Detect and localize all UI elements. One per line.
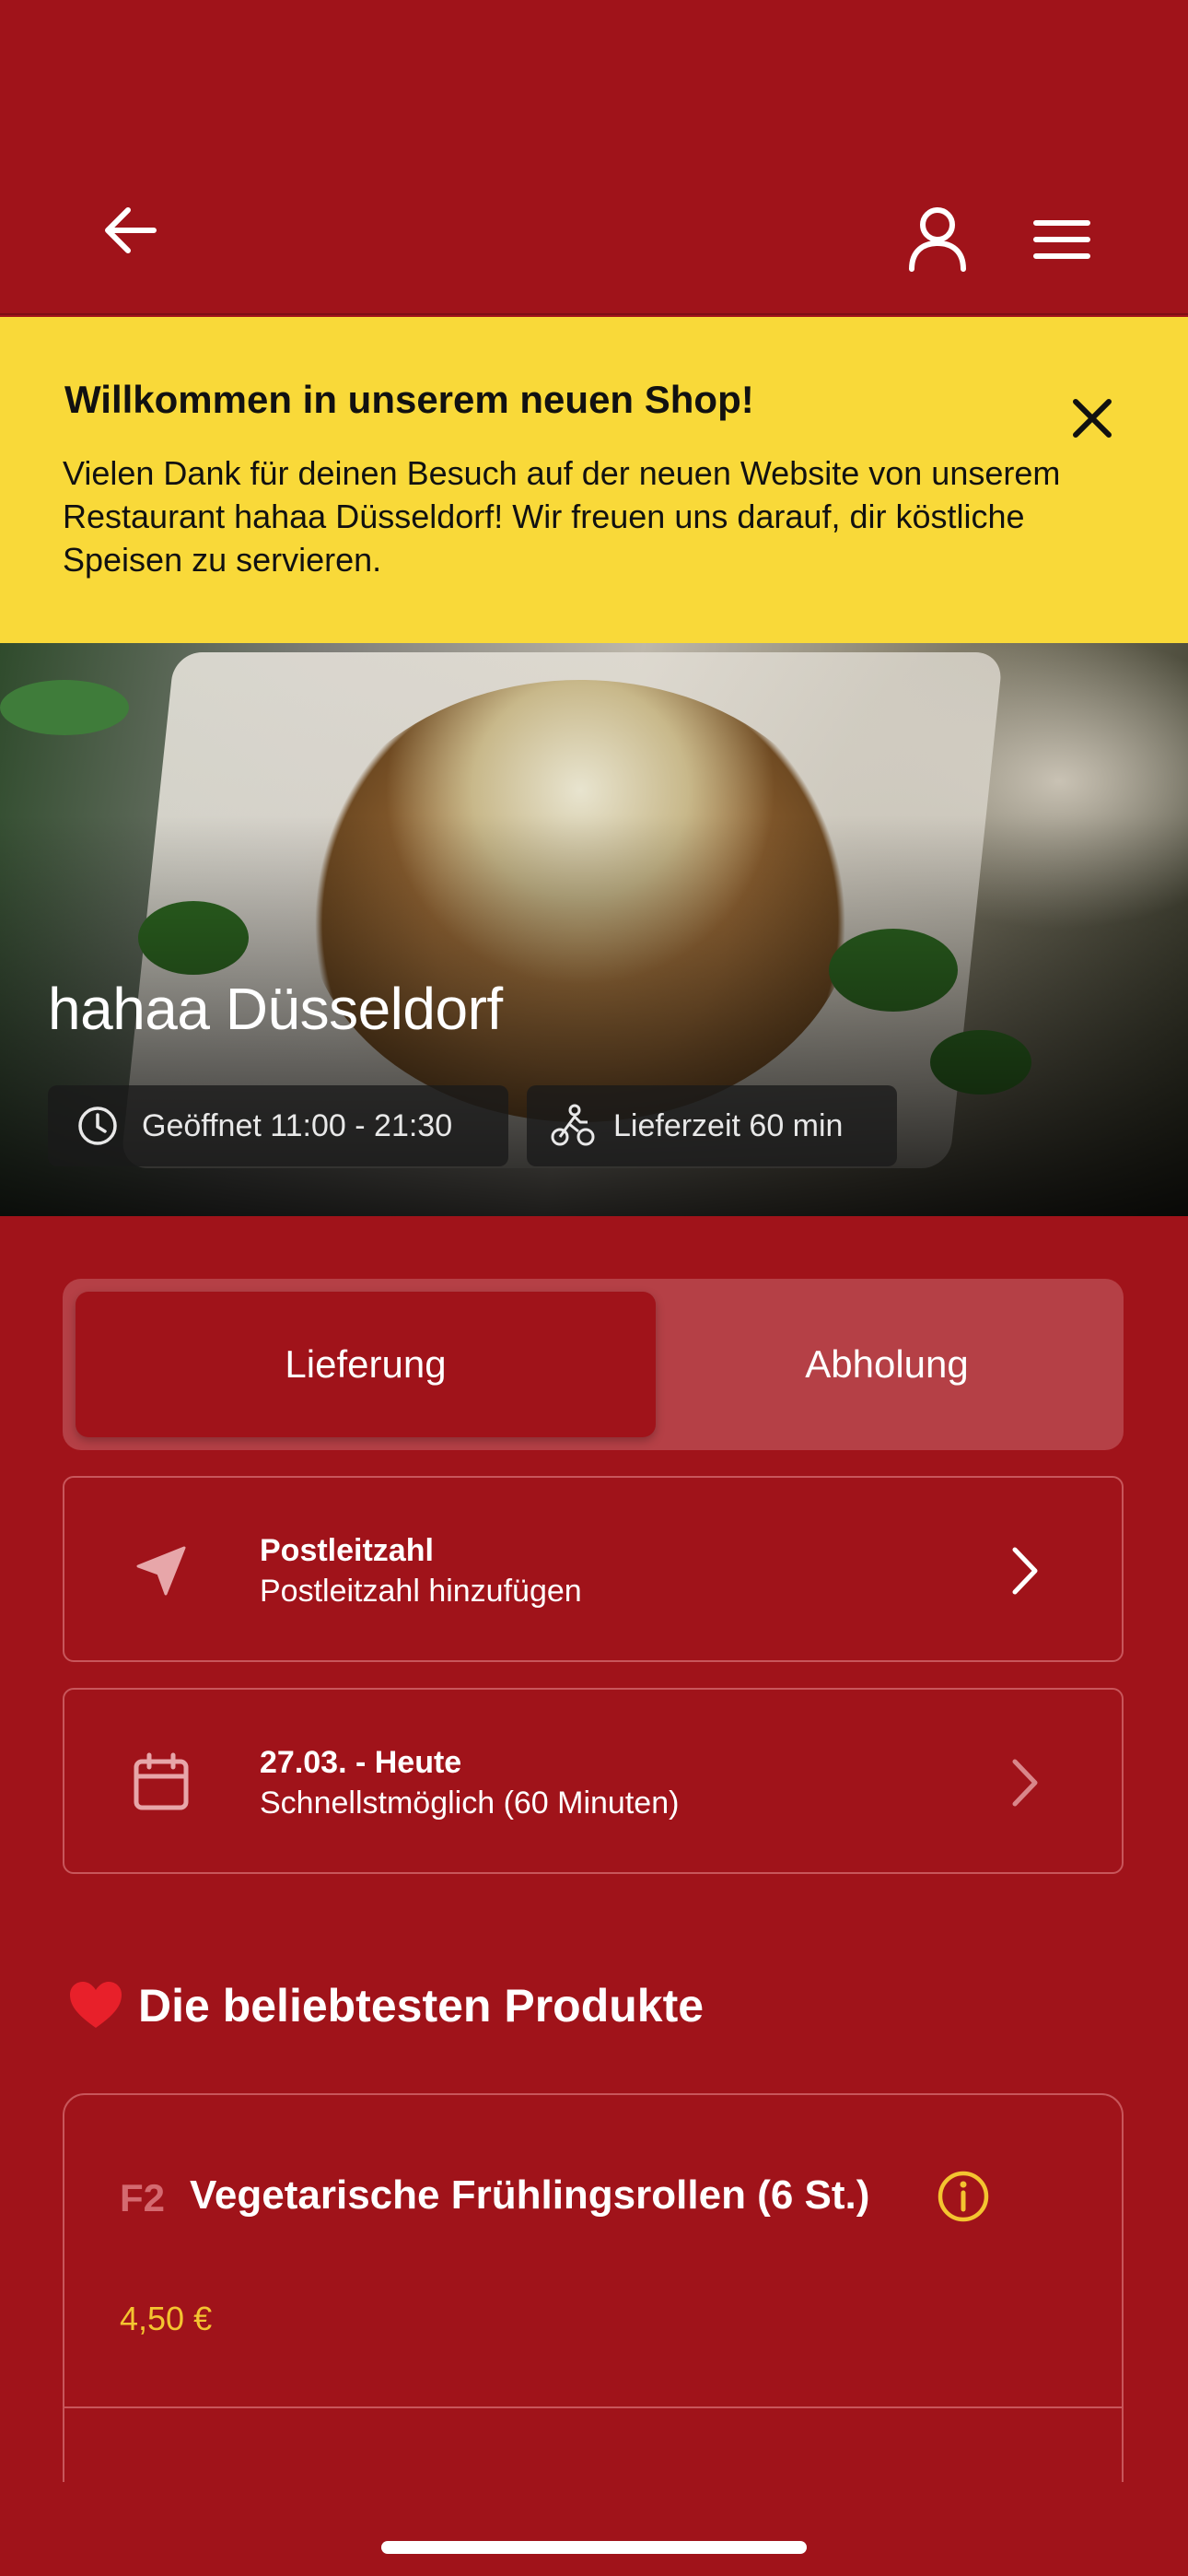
chevron-right-icon bbox=[995, 1751, 1054, 1815]
postal-code-subtitle: Postleitzahl hinzufügen bbox=[260, 1574, 582, 1609]
opening-hours-text: Geöffnet 11:00 - 21:30 bbox=[142, 1107, 453, 1143]
clock-icon bbox=[74, 1102, 122, 1150]
arrow-left-icon bbox=[105, 207, 157, 253]
delivery-time-chip: Lieferzeit 60 min bbox=[527, 1085, 897, 1166]
top-app-bar bbox=[0, 0, 1188, 315]
product-price: 4,50 € bbox=[120, 2300, 213, 2337]
delivery-time-text: Lieferzeit 60 min bbox=[613, 1107, 844, 1143]
tab-delivery[interactable]: Lieferung bbox=[76, 1292, 656, 1437]
bottom-safe-area bbox=[0, 2482, 1188, 2576]
schedule-subtitle: Schnellstmöglich (60 Minuten) bbox=[260, 1786, 680, 1821]
product-name: Vegetarische Frühlingsrollen (6 St.) bbox=[190, 2172, 870, 2218]
back-button[interactable] bbox=[88, 193, 171, 267]
bike-courier-icon bbox=[549, 1102, 597, 1150]
postal-code-title: Postleitzahl bbox=[260, 1533, 434, 1568]
heart-icon bbox=[70, 1982, 122, 2028]
location-arrow-icon bbox=[129, 1539, 193, 1603]
order-mode-toggle: Lieferung Abholung bbox=[63, 1279, 1124, 1450]
tab-pickup[interactable]: Abholung bbox=[661, 1292, 1112, 1437]
user-icon bbox=[909, 207, 966, 272]
product-divider bbox=[64, 2406, 1122, 2408]
popular-products-heading: Die beliebtesten Produkte bbox=[68, 1979, 704, 2032]
calendar-icon bbox=[129, 1751, 193, 1815]
home-indicator[interactable] bbox=[381, 2541, 807, 2554]
postal-code-selector[interactable]: Postleitzahl Postleitzahl hinzufügen bbox=[63, 1476, 1124, 1662]
schedule-title: 27.03. - Heute bbox=[260, 1745, 462, 1780]
opening-hours-chip: Geöffnet 11:00 - 21:30 bbox=[48, 1085, 508, 1166]
restaurant-name: hahaa Düsseldorf bbox=[48, 976, 503, 1042]
hamburger-menu-icon bbox=[1033, 220, 1090, 259]
popular-products-title: Die beliebtesten Produkte bbox=[138, 1980, 705, 2032]
chevron-right-icon bbox=[995, 1539, 1054, 1603]
close-icon bbox=[1073, 399, 1112, 438]
banner-text: Vielen Dank für deinen Besuch auf der ne… bbox=[63, 454, 1061, 579]
account-button[interactable] bbox=[898, 198, 977, 281]
delivery-time-selector[interactable]: 27.03. - Heute Schnellstmöglich (60 Minu… bbox=[63, 1688, 1124, 1874]
restaurant-hero-image: hahaa Düsseldorf Geöffnet 11:00 - 21:30 … bbox=[0, 643, 1188, 1216]
menu-button[interactable] bbox=[1022, 207, 1101, 272]
info-icon[interactable] bbox=[934, 2167, 993, 2226]
banner-title: Willkommen in unserem neuen Shop! bbox=[64, 378, 754, 421]
banner-close-button[interactable] bbox=[1059, 385, 1125, 451]
product-code: F2 bbox=[120, 2176, 166, 2219]
